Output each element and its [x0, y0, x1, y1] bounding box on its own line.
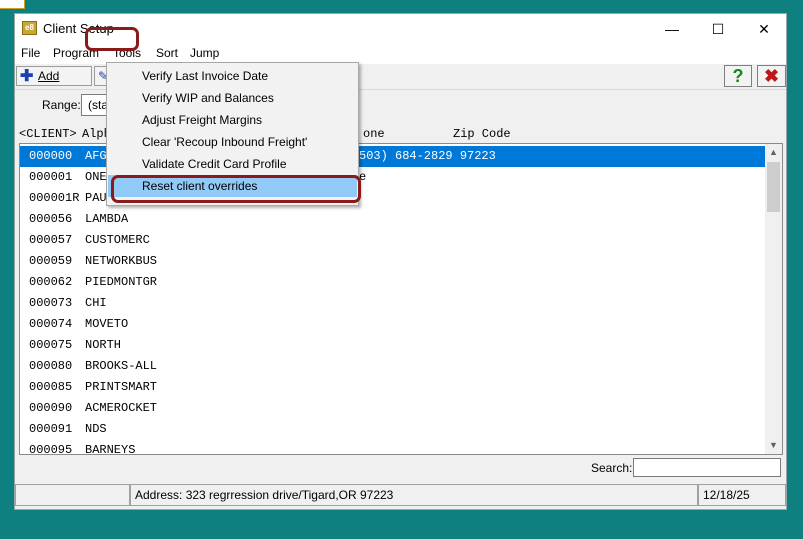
client-alpha: PIEDMONTGR [85, 275, 158, 289]
client-alpha: MOVETO [85, 317, 129, 331]
client-code: 000056 [29, 212, 73, 226]
minimize-button[interactable]: — [649, 14, 695, 44]
client-alpha: ACMEROCKET [85, 401, 158, 415]
vertical-scrollbar[interactable]: ▲ ▼ [765, 144, 782, 454]
reset-overrides-annotation [111, 175, 361, 203]
client-code: 000075 [29, 338, 73, 352]
table-row[interactable]: 000085 PRINTSMART [20, 377, 765, 398]
menu-item-verify-invoice-date[interactable]: Verify Last Invoice Date [108, 65, 357, 87]
client-alpha: CUSTOMERC [85, 233, 150, 247]
scroll-down-icon[interactable]: ▼ [765, 437, 782, 454]
client-code: 000073 [29, 296, 73, 310]
client-alpha: NETWORKBUS [85, 254, 158, 268]
client-alpha: ONE [85, 170, 107, 184]
client-alpha: BARNEYS [85, 443, 136, 455]
table-row[interactable]: 000080 BROOKS-ALL [20, 356, 765, 377]
client-code: 000057 [29, 233, 73, 247]
client-code: 000080 [29, 359, 73, 373]
client-code: 000001R [29, 191, 80, 205]
table-row[interactable]: 000074 MOVETO [20, 314, 765, 335]
table-row[interactable]: 000059 NETWORKBUS [20, 251, 765, 272]
client-alpha: LAMBDA [85, 212, 129, 226]
desktop-tile [0, 0, 25, 9]
client-alpha: PRINTSMART [85, 380, 158, 394]
menu-item-adjust-freight[interactable]: Adjust Freight Margins [108, 109, 357, 131]
client-code: 000059 [29, 254, 73, 268]
client-alpha: BROOKS-ALL [85, 359, 158, 373]
table-row[interactable]: 000075 NORTH [20, 335, 765, 356]
scroll-thumb[interactable] [767, 162, 780, 212]
table-row[interactable]: 000090 ACMEROCKET [20, 398, 765, 419]
table-row[interactable]: 000057 CUSTOMERC [20, 230, 765, 251]
close-window-button[interactable]: ✕ [741, 14, 787, 44]
maximize-button[interactable]: ☐ [695, 14, 741, 44]
client-code: 000091 [29, 422, 73, 436]
client-code: 000000 [29, 149, 73, 163]
menu-item-clear-recoup[interactable]: Clear 'Recoup Inbound Freight' [108, 131, 357, 153]
menu-jump[interactable]: Jump [190, 46, 219, 60]
table-row[interactable]: 000095 BARNEYS [20, 440, 765, 455]
table-row[interactable]: 000056 LAMBDA [20, 209, 765, 230]
menu-item-verify-wip[interactable]: Verify WIP and Balances [108, 87, 357, 109]
status-address: Address: 323 regrression drive/Tigard,OR… [130, 484, 698, 506]
plus-icon: ✚ [20, 68, 34, 85]
column-header-client[interactable]: <CLIENT> [19, 127, 77, 141]
client-alpha: NDS [85, 422, 107, 436]
scroll-up-icon[interactable]: ▲ [765, 144, 782, 161]
tools-menu-annotation [85, 27, 139, 51]
exit-button[interactable]: ✖ [757, 65, 786, 87]
client-phone: 503) 684-2829 97223 [359, 149, 496, 163]
client-alpha: CHI [85, 296, 107, 310]
help-button[interactable]: ? [724, 65, 752, 87]
table-row[interactable]: 000073 CHI [20, 293, 765, 314]
column-header-zip[interactable]: Zip Code [453, 127, 511, 141]
client-alpha: NORTH [85, 338, 122, 352]
client-alpha: AFG [85, 149, 107, 163]
app-icon: e8 [22, 21, 37, 35]
search-label: Search: [591, 461, 633, 475]
status-date: 12/18/25 [698, 484, 786, 506]
column-header-phone[interactable]: one [363, 127, 385, 141]
range-label: Range: [42, 98, 81, 112]
add-button[interactable]: ✚ Add [16, 66, 92, 86]
menu-file[interactable]: File [21, 46, 40, 60]
client-code: 000001 [29, 170, 73, 184]
menu-sort[interactable]: Sort [156, 46, 178, 60]
client-code: 000085 [29, 380, 73, 394]
table-row[interactable]: 000091 NDS [20, 419, 765, 440]
client-code: 000095 [29, 443, 73, 455]
table-row[interactable]: 000062 PIEDMONTGR [20, 272, 765, 293]
client-code: 000090 [29, 401, 73, 415]
status-left [15, 484, 130, 506]
search-input[interactable] [633, 458, 781, 477]
menu-item-validate-credit-card[interactable]: Validate Credit Card Profile [108, 153, 357, 175]
client-code: 000074 [29, 317, 73, 331]
add-button-label: Add [38, 69, 60, 83]
client-code: 000062 [29, 275, 73, 289]
